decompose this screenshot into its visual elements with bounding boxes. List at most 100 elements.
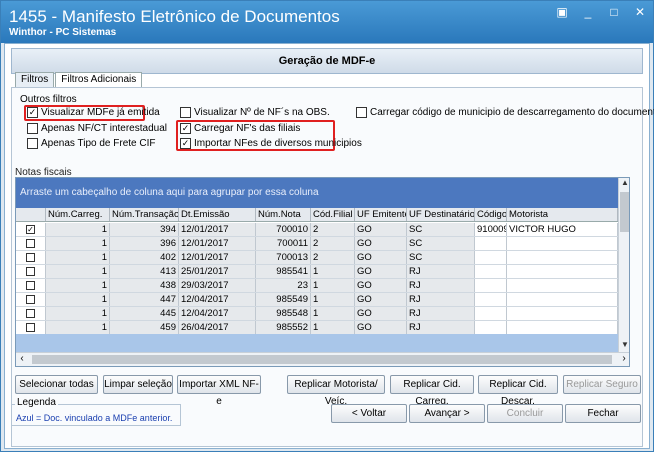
checkbox-box[interactable] [26, 239, 35, 248]
cell-carreg: 1 [46, 279, 110, 292]
checkbox-box[interactable]: ✓ [26, 225, 35, 234]
cell-emissao: 12/01/2017 [179, 251, 256, 264]
column-header-nota[interactable]: Núm.Nota [256, 208, 311, 221]
next-button[interactable]: Avançar > [409, 404, 485, 423]
checkbox-box[interactable] [180, 107, 191, 118]
row-checkbox[interactable]: ✓ [16, 223, 46, 236]
maximize-icon[interactable]: □ [607, 5, 621, 19]
column-header-transacao[interactable]: Núm.Transação [110, 208, 179, 221]
table-row[interactable]: 1 459 26/04/2017 985552 1 GO RJ [16, 321, 618, 335]
vertical-scrollbar[interactable]: ▲ ▼ [618, 178, 629, 352]
table-row[interactable]: 1 413 25/01/2017 985541 1 GO RJ [16, 265, 618, 279]
horizontal-scrollbar[interactable]: ‹ › [16, 352, 629, 366]
import-xml-button[interactable]: Importar XML NF-e [177, 375, 261, 407]
cell-uf-emitente: GO [355, 293, 407, 306]
row-checkbox[interactable] [16, 293, 46, 306]
checkbox-box[interactable] [27, 123, 38, 134]
row-checkbox[interactable] [16, 237, 46, 250]
checkbox-box[interactable] [356, 107, 367, 118]
chevron-right-icon[interactable]: › [618, 353, 629, 364]
cell-emissao: 12/04/2017 [179, 293, 256, 306]
group-by-area[interactable]: Arraste um cabeçalho de coluna aqui para… [16, 178, 618, 208]
cell-codigo [475, 237, 507, 250]
cell-uf-destinatario: SC [407, 251, 475, 264]
checkbox-importar-nfes-municipios[interactable]: ✓ Importar NFes de diversos municipios [180, 138, 362, 149]
row-checkbox[interactable] [16, 279, 46, 292]
legend-value: Azul = Doc. vinculado a MDFe anterior. [16, 413, 173, 423]
checkbox-visualizar-nf-obs[interactable]: Visualizar Nº de NF´s na OBS. [180, 107, 330, 118]
row-checkbox[interactable] [16, 307, 46, 320]
app-window: 1455 - Manifesto Eletrônico de Documento… [0, 0, 654, 452]
checkbox-box[interactable] [26, 253, 35, 262]
close-icon[interactable]: ✕ [633, 5, 647, 19]
checkbox-box[interactable] [26, 281, 35, 290]
row-checkbox[interactable] [16, 321, 46, 334]
tab-filtros-adicionais[interactable]: Filtros Adicionais [55, 72, 143, 88]
checkbox-box[interactable] [26, 267, 35, 276]
table-row[interactable]: 1 402 12/01/2017 700013 2 GO SC [16, 251, 618, 265]
table-row[interactable]: ✓ 1 394 12/01/2017 700010 2 GO SC 910009… [16, 223, 618, 237]
column-header-check[interactable] [16, 208, 46, 221]
checkbox-carregar-nf-filiais[interactable]: ✓ Carregar NF's das filiais [180, 123, 300, 134]
column-header-uf-destinatario[interactable]: UF Destinatário [407, 208, 475, 221]
checkbox-apenas-frete-cif[interactable]: Apenas Tipo de Frete CIF [27, 138, 156, 149]
cell-uf-destinatario: SC [407, 223, 475, 236]
chevron-up-icon[interactable]: ▲ [619, 178, 629, 190]
cell-uf-emitente: GO [355, 237, 407, 250]
minimize-icon[interactable]: _ [581, 5, 595, 19]
cell-nota: 700010 [256, 223, 311, 236]
tab-filtros[interactable]: Filtros [15, 72, 55, 87]
checkbox-box[interactable] [27, 138, 38, 149]
back-button[interactable]: < Voltar [331, 404, 407, 423]
close-button[interactable]: Fechar [565, 404, 641, 423]
checkbox-box[interactable] [26, 309, 35, 318]
cell-carreg: 1 [46, 237, 110, 250]
row-checkbox[interactable] [16, 251, 46, 264]
replicate-insurance-button[interactable]: Replicar Seguro [563, 375, 641, 394]
chevron-left-icon[interactable]: ‹ [16, 353, 28, 364]
cell-uf-emitente: GO [355, 321, 407, 334]
checkbox-box[interactable]: ✓ [180, 123, 191, 134]
cell-nota: 23 [256, 279, 311, 292]
cell-filial: 1 [311, 307, 355, 320]
column-header-motorista[interactable]: Motorista [507, 208, 618, 221]
cell-codigo [475, 265, 507, 278]
cell-uf-emitente: GO [355, 223, 407, 236]
cell-emissao: 25/01/2017 [179, 265, 256, 278]
replicate-driver-button[interactable]: Replicar Motorista/ Veíc. [287, 375, 385, 407]
replicate-load-city-button[interactable]: Replicar Cid. Carreg. [390, 375, 474, 407]
cell-filial: 1 [311, 321, 355, 334]
checkbox-box[interactable] [26, 323, 35, 332]
column-header-carreg[interactable]: Núm.Carreg. [46, 208, 110, 221]
checkbox-apenas-nf-interestadual[interactable]: Apenas NF/CT interestadual [27, 123, 167, 134]
cell-emissao: 12/04/2017 [179, 307, 256, 320]
cell-carreg: 1 [46, 251, 110, 264]
cell-filial: 2 [311, 237, 355, 250]
restore-icon[interactable]: ▣ [555, 5, 569, 19]
cell-uf-destinatario: RJ [407, 293, 475, 306]
table-row[interactable]: 1 445 12/04/2017 985548 1 GO RJ [16, 307, 618, 321]
chevron-down-icon[interactable]: ▼ [619, 340, 629, 352]
column-header-filial[interactable]: Cód.Filial [311, 208, 355, 221]
clear-selection-button[interactable]: Limpar seleção [103, 375, 173, 394]
cell-filial: 1 [311, 279, 355, 292]
replicate-unload-city-button[interactable]: Replicar Cid. Descar. [478, 375, 558, 407]
cell-motorista [507, 279, 618, 292]
checkbox-carregar-codigo-municipio[interactable]: Carregar código de municipio de descarre… [356, 107, 654, 118]
scroll-thumb[interactable] [32, 355, 612, 364]
table-row[interactable]: 1 438 29/03/2017 23 1 GO RJ [16, 279, 618, 293]
scroll-thumb[interactable] [620, 192, 629, 232]
row-checkbox[interactable] [16, 265, 46, 278]
finish-button[interactable]: Concluir [487, 404, 563, 423]
table-row[interactable]: 1 447 12/04/2017 985549 1 GO RJ [16, 293, 618, 307]
column-header-codigo[interactable]: Código [475, 208, 507, 221]
checkbox-label: Visualizar Nº de NF´s na OBS. [194, 107, 330, 118]
select-all-button[interactable]: Selecionar todas [15, 375, 98, 394]
checkbox-box[interactable]: ✓ [27, 107, 38, 118]
checkbox-box[interactable] [26, 295, 35, 304]
table-row[interactable]: 1 396 12/01/2017 700011 2 GO SC [16, 237, 618, 251]
checkbox-box[interactable]: ✓ [180, 138, 191, 149]
column-header-uf-emitente[interactable]: UF Emitente [355, 208, 407, 221]
column-header-emissao[interactable]: Dt.Emissão [179, 208, 256, 221]
checkbox-visualizar-mdfe[interactable]: ✓ Visualizar MDFe já emitida [27, 107, 160, 118]
